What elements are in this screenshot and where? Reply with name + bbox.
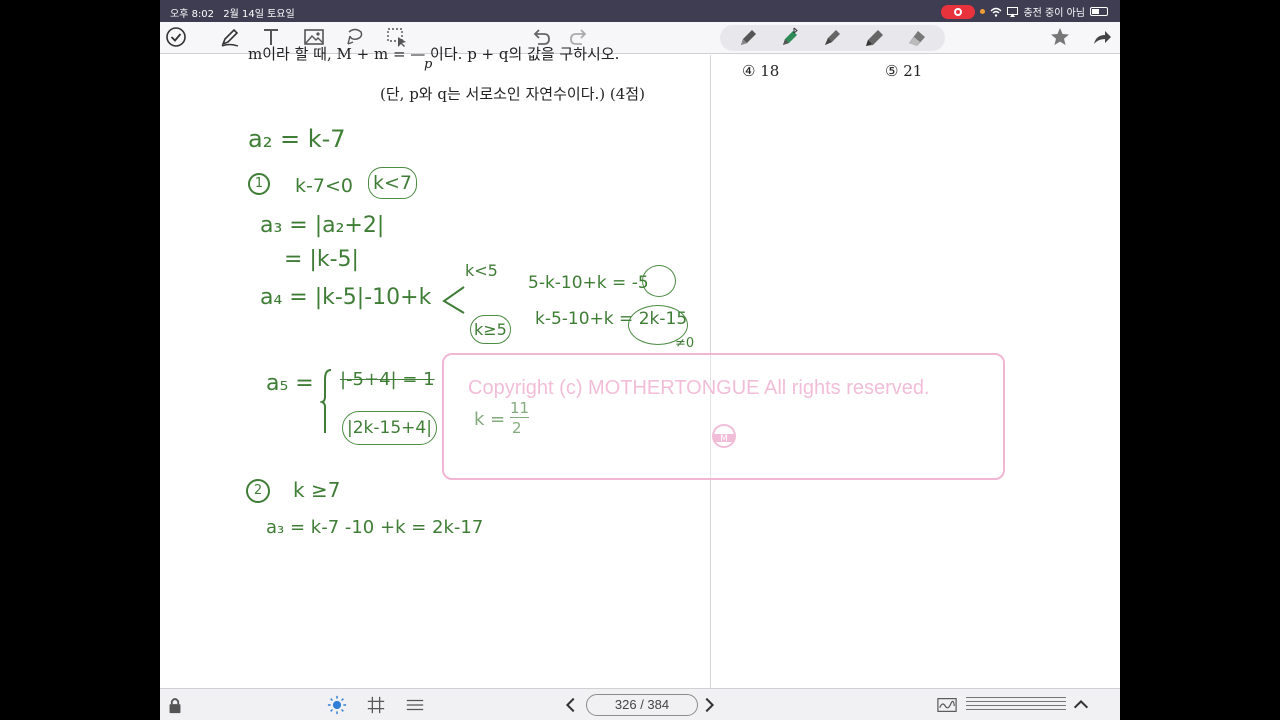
- handwriting-circle-minus5: [642, 265, 676, 297]
- handwriting-k-ge-7: k ≥7: [293, 478, 341, 502]
- watermark-text: Copyright (c) MOTHERTONGUE All rights re…: [468, 377, 930, 399]
- copyright-watermark: Copyright (c) MOTHERTONGUE All rights re…: [442, 353, 1005, 480]
- status-time: 오후 8:02: [170, 9, 215, 20]
- signature-icon[interactable]: [936, 695, 958, 715]
- brightness-icon[interactable]: [326, 695, 348, 715]
- wifi-icon: [990, 7, 1002, 17]
- handwriting-case-1: 1: [248, 173, 270, 195]
- handwriting-crossed-out: |-5+4| = 1: [340, 369, 435, 390]
- lock-icon[interactable]: [164, 695, 186, 715]
- handwriting-a4: a₄ = |k-5|-10+k: [260, 285, 432, 310]
- prev-page-icon[interactable]: [560, 695, 582, 715]
- choice-4: ④ 18: [742, 62, 780, 80]
- mic-indicator-icon: [980, 9, 986, 14]
- handwriting-abs-k-5: = |k-5|: [284, 247, 359, 272]
- app-screen: 오후 8:02 2월 14일 토요일 충전 중이 아님 m이라 할 때, M +…: [160, 0, 1120, 720]
- charging-status: 충전 중이 아님: [1023, 8, 1085, 19]
- handwriting-case-k-lt-5: 5-k-10+k = -5: [528, 273, 649, 293]
- handwriting-a3-case2: a₃ = k-7 -10 +k = 2k-17: [266, 517, 484, 538]
- favorite-star-icon[interactable]: [1048, 26, 1072, 50]
- handwriting-k-7-lt-0: k-7<0: [295, 175, 353, 197]
- mothertongue-logo-icon: M: [712, 424, 736, 448]
- share-icon[interactable]: [1090, 26, 1114, 50]
- choice-5: ⑤ 21: [885, 62, 923, 80]
- page-indicator[interactable]: 326 / 384: [586, 694, 698, 716]
- battery-icon: [1090, 7, 1108, 16]
- handwriting-k-lt-7: k<7: [368, 167, 418, 199]
- check-icon[interactable]: [164, 26, 188, 50]
- fountain-pen-icon[interactable]: [821, 27, 843, 49]
- handwriting-a5: a₅ =: [266, 371, 314, 396]
- handwriting-a3: a₃ = |a₂+2|: [260, 213, 385, 238]
- marker-icon[interactable]: [863, 27, 885, 49]
- bottom-toolbar: 326 / 384: [160, 688, 1120, 720]
- document-page[interactable]: m이라 할 때, M + m = — 이다. p + q의 값을 구하시오. p…: [160, 45, 1120, 688]
- next-page-icon[interactable]: [698, 695, 720, 715]
- bluetooth-pen-icon[interactable]: [779, 27, 801, 49]
- handwriting-neq-0: ≠0: [675, 336, 695, 351]
- pen-tool-icon[interactable]: [218, 26, 242, 50]
- status-date: 2월 14일 토요일: [223, 9, 295, 20]
- screen-recording-icon[interactable]: [941, 4, 976, 19]
- handwriting-branch-bracket: [442, 286, 465, 314]
- pencil-icon[interactable]: [737, 27, 759, 49]
- collapse-icon[interactable]: [1070, 695, 1092, 715]
- page-thumbnails-strip[interactable]: [966, 697, 1066, 713]
- handwriting-k-ge-5: k≥5: [470, 315, 511, 344]
- svg-text:M: M: [720, 434, 728, 444]
- handwriting-k-lt-5: k<5: [465, 261, 498, 280]
- handwriting-a2: a₂ = k-7: [248, 125, 346, 153]
- handwriting-case-2: 2: [246, 479, 270, 503]
- eraser-icon[interactable]: [906, 27, 928, 49]
- handwriting-brace: [320, 369, 332, 433]
- question-fraction-denominator: p: [424, 57, 433, 72]
- pen-selector: [720, 25, 945, 51]
- question-line-1: m이라 할 때, M + m = — 이다. p + q의 값을 구하시오.: [248, 45, 620, 63]
- question-line-2: (단, p와 q는 서로소인 자연수이다.) (4점): [380, 85, 645, 103]
- screen-mirroring-icon: [1007, 6, 1019, 17]
- handwriting-abs-2k-15-4: |2k-15+4|: [342, 411, 437, 445]
- grid-icon[interactable]: [365, 695, 387, 715]
- lines-icon[interactable]: [404, 695, 426, 715]
- status-bar: 오후 8:02 2월 14일 토요일 충전 중이 아님: [160, 0, 1120, 22]
